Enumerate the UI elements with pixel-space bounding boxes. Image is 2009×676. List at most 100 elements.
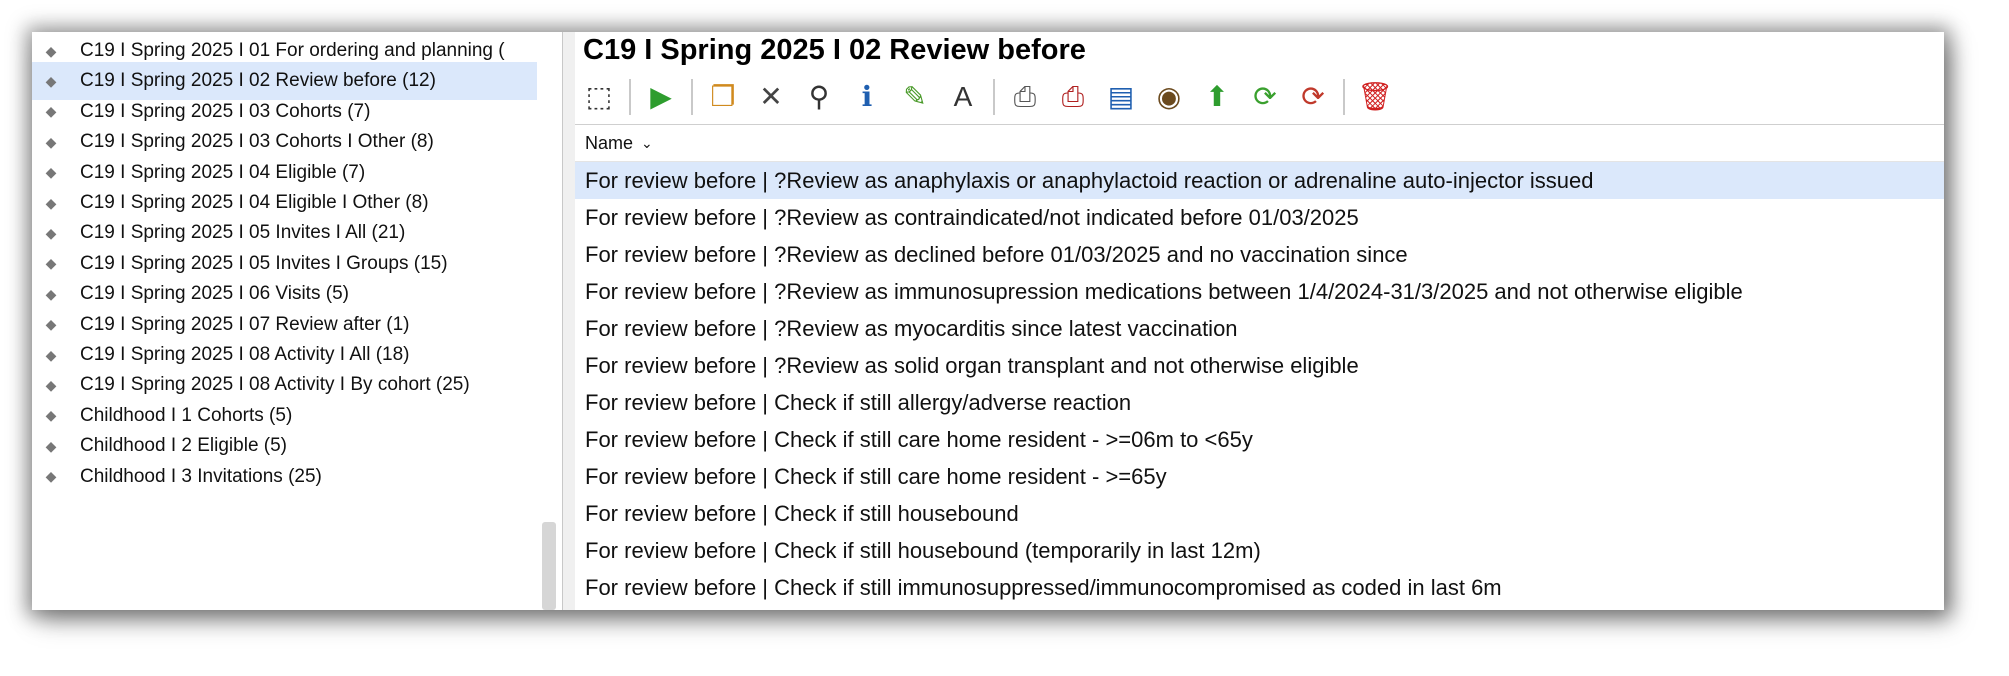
select-all-button[interactable]: ⬚: [575, 75, 623, 119]
tree-item-label: Childhood I 1 Cohorts (5): [80, 404, 293, 426]
tree-bullet-icon: ◆: [45, 72, 57, 89]
tree-item-label: C19 I Spring 2025 I 02 Review before (12…: [80, 70, 436, 92]
copy-button[interactable]: ❐: [699, 75, 747, 119]
tree-bullet-icon: ◆: [45, 316, 57, 333]
toolbar-separator: [1343, 79, 1345, 115]
tree-item-label: C19 I Spring 2025 I 08 Activity I By coh…: [80, 374, 470, 396]
tree-item[interactable]: ◆ Childhood I 3 Invitations (25): [32, 458, 537, 496]
main-pane: C19 I Spring 2025 I 02 Review before ⬚ ▶ ❐…: [575, 32, 1944, 610]
select-all-icon: ⬚: [585, 81, 613, 112]
list-item-label: For review before | Check if still house…: [585, 500, 1019, 526]
tree-scrollbar-thumb[interactable]: [542, 522, 556, 610]
list-item[interactable]: For review before | ?Review as immunosup…: [575, 273, 1944, 310]
export-icon: ◉: [1156, 81, 1182, 112]
info-icon: ℹ: [861, 81, 873, 112]
list-item[interactable]: For review before | Check if still care …: [575, 421, 1944, 458]
rename-icon: A: [953, 81, 973, 112]
list-item-label: For review before | ?Review as declined …: [585, 241, 1408, 267]
tree-item-label: C19 I Spring 2025 I 05 Invites I Groups …: [80, 252, 448, 274]
tree-item-label: C19 I Spring 2025 I 01 For ordering and …: [80, 40, 505, 61]
tree-bullet-icon: ◆: [45, 224, 57, 241]
list-item-label: For review before | ?Review as anaphylax…: [585, 167, 1594, 193]
list-item-label: For review before | Check if still house…: [585, 537, 1261, 563]
chevron-down-icon: ⌄: [641, 134, 653, 151]
tree-item-label: C19 I Spring 2025 I 08 Activity I All (1…: [80, 344, 410, 365]
move-up-button[interactable]: ⬆: [1193, 75, 1241, 119]
report-button[interactable]: ▤: [1097, 75, 1145, 119]
tree-bullet-icon: ◆: [45, 194, 57, 211]
list-item-label: For review before | ?Review as myocardit…: [585, 315, 1238, 341]
toolbar-separator: [629, 79, 631, 115]
trash-button[interactable]: 🗑: [1351, 75, 1399, 119]
list-item[interactable]: For review before | Check if still house…: [575, 495, 1944, 532]
print-button[interactable]: ⎙: [1001, 75, 1049, 119]
app-window: ◆ C19 I Spring 2025 I 01 For ordering and…: [32, 32, 1944, 610]
search-button[interactable]: ⚲: [795, 75, 843, 119]
tree-item-label: C19 I Spring 2025 I 06 Visits (5): [80, 283, 349, 305]
export-button[interactable]: ◉: [1145, 75, 1193, 119]
tree-item-label: C19 I Spring 2025 I 04 Eligible (7): [80, 161, 366, 183]
list-item[interactable]: For review before | ?Review as anaphylax…: [575, 162, 1944, 199]
print-red-icon: ⎙: [1061, 81, 1085, 112]
info-button[interactable]: ℹ: [843, 75, 891, 119]
toolbar-separator: [691, 79, 693, 115]
tree-item-label: C19 I Spring 2025 I 04 Eligible I Other …: [80, 192, 429, 213]
tree-bullet-icon: ◆: [45, 376, 57, 393]
delete-x-button[interactable]: ✕: [747, 75, 795, 119]
list-item[interactable]: For review before | Check if still immun…: [575, 569, 1944, 606]
toolbar-separator: [993, 79, 995, 115]
print-red-button[interactable]: ⎙: [1049, 75, 1097, 119]
list-item[interactable]: For review before | ?Review as myocardit…: [575, 310, 1944, 347]
list-item-label: For review before | Check if still immun…: [585, 574, 1502, 600]
tree-bullet-icon: ◆: [45, 468, 57, 485]
refresh-red-icon: ⟳: [1301, 81, 1325, 112]
print-icon: ⎙: [1013, 81, 1037, 112]
list-item-label: For review before | ?Review as immunosup…: [585, 278, 1743, 304]
column-header-name[interactable]: Name ⌄: [575, 125, 1944, 162]
refresh-red-button[interactable]: ⟳: [1289, 75, 1337, 119]
column-header-label: Name: [585, 132, 634, 153]
report-icon: ▤: [1107, 81, 1135, 112]
tree-item-label: C19 I Spring 2025 I 05 Invites I All (21…: [80, 222, 406, 244]
rename-button[interactable]: A: [939, 75, 987, 119]
list-item-label: For review before | Check if still care …: [585, 463, 1167, 489]
run-button[interactable]: ▶: [637, 75, 685, 119]
copy-icon: ❐: [710, 81, 736, 112]
run-icon: ▶: [650, 81, 672, 112]
list-item[interactable]: For review before | Check if still house…: [575, 532, 1944, 569]
tree-item-label: Childhood I 2 Eligible (5): [80, 435, 288, 457]
tree-item-label: C19 I Spring 2025 I 03 Cohorts I Other (…: [80, 131, 434, 153]
edit-pen-button[interactable]: ✎: [891, 75, 939, 119]
tree-bullet-icon: ◆: [45, 133, 57, 150]
tree-bullet-icon: ◆: [45, 437, 57, 454]
list-item[interactable]: For review before | ?Review as solid org…: [575, 347, 1944, 384]
tree-item-label: C19 I Spring 2025 I 07 Review after (1): [80, 313, 410, 335]
list-item-label: For review before | ?Review as solid org…: [585, 352, 1359, 378]
list-item[interactable]: For review before | ?Review as declined …: [575, 236, 1944, 273]
refresh-button[interactable]: ⟳: [1241, 75, 1289, 119]
tree-bullet-icon: ◆: [45, 407, 57, 424]
folder-tree[interactable]: ◆ C19 I Spring 2025 I 01 For ordering and…: [32, 32, 562, 610]
trash-icon: 🗑: [1357, 81, 1393, 112]
tree-bullet-icon: ◆: [45, 103, 57, 120]
refresh-icon: ⟳: [1253, 81, 1277, 112]
tree-bullet-icon: ◆: [45, 164, 57, 181]
tree-bullet-icon: ◆: [45, 255, 57, 272]
tree-item-label: C19 I Spring 2025 I 03 Cohorts (7): [80, 100, 371, 122]
page-title: C19 I Spring 2025 I 02 Review before: [583, 34, 1086, 66]
tree-item-label: Childhood I 3 Invitations (25): [80, 465, 322, 487]
list-item[interactable]: For review before | Check if still care …: [575, 458, 1944, 495]
move-up-icon: ⬆: [1205, 81, 1229, 112]
search-icon: ⚲: [808, 81, 830, 112]
list-rows: For review before | ?Review as anaphylax…: [575, 162, 1944, 606]
list-item[interactable]: For review before | Check if still aller…: [575, 384, 1944, 421]
list-item-label: For review before | ?Review as contraind…: [585, 204, 1359, 230]
toolbar: ⬚ ▶ ❐ ✕ ⚲ ℹ ✎ A ⎙ ⎙ ▤ ◉ ⬆ ⟳ ⟳ 🗑: [575, 74, 1475, 120]
tree-bullet-icon: ◆: [45, 346, 57, 363]
pane-splitter[interactable]: [562, 32, 576, 610]
list-item[interactable]: For review before | ?Review as contraind…: [575, 199, 1944, 236]
tree-bullet-icon: ◆: [45, 285, 57, 302]
search-list: Name ⌄ For review before | ?Review as an…: [575, 124, 1944, 610]
edit-pen-icon: ✎: [903, 81, 927, 112]
list-item-label: For review before | Check if still care …: [585, 426, 1253, 452]
